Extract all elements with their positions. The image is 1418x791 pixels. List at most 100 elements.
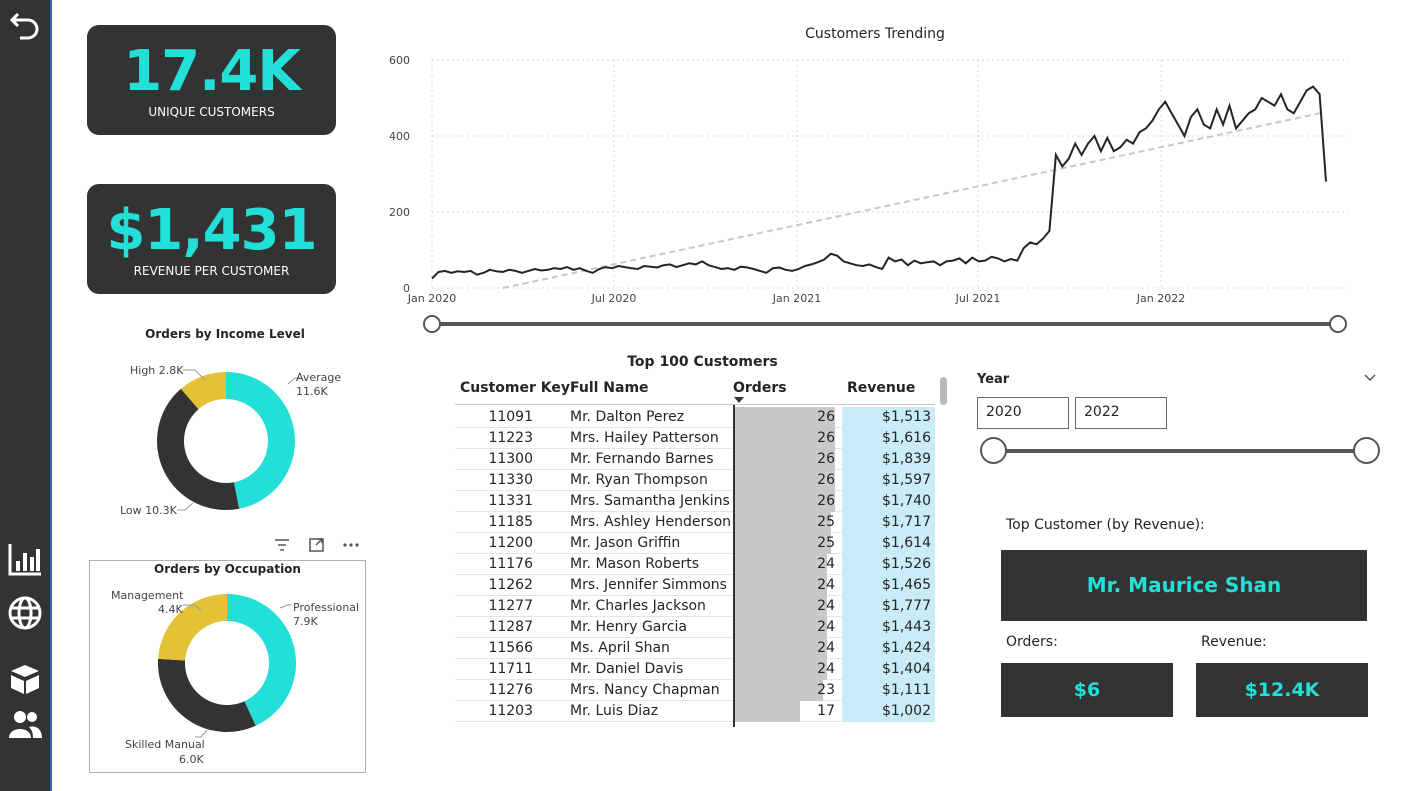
customer-key-cell: 11185 [488, 514, 533, 530]
income-slice-average[interactable] [226, 372, 296, 509]
customer-key-cell: 11091 [488, 409, 533, 425]
more-options-icon[interactable] [341, 536, 361, 554]
revenue-cell: $1,404 [882, 661, 931, 677]
filter-icon[interactable] [272, 536, 292, 554]
customer-key-cell: 11566 [488, 640, 533, 656]
orders-cell: 24 [817, 661, 835, 677]
orders-cell: 26 [817, 430, 835, 446]
table-title: Top 100 Customers [627, 354, 778, 370]
revenue-cell: $1,111 [882, 682, 931, 698]
table-row[interactable]: 11300 Mr. Fernando Barnes 26 $1,839 [455, 449, 935, 470]
nav-rail [0, 0, 52, 791]
date-range-start-handle[interactable] [423, 315, 441, 333]
top-customer-heading: Top Customer (by Revenue): [1006, 517, 1205, 533]
table-row[interactable]: 11711 Mr. Daniel Davis 24 $1,404 [455, 659, 935, 680]
customers-trending-chart: 6004002000 Jan 2020 Jul 2020 Jan 2021 Jul 2… [389, 54, 1348, 305]
customer-key-cell: 11711 [488, 661, 533, 677]
chevron-down-icon[interactable] [1363, 373, 1377, 383]
table-row[interactable]: 11330 Mr. Ryan Thompson 26 $1,597 [455, 470, 935, 491]
customer-key-cell: 11200 [488, 535, 533, 551]
table-row[interactable]: 11276 Mrs. Nancy Chapman 23 $1,111 [455, 680, 935, 701]
unique-customers-label: UNIQUE CUSTOMERS [148, 105, 275, 119]
y-tick-label: 200 [389, 206, 410, 219]
users-icon[interactable] [6, 705, 44, 743]
orders-cell: 25 [817, 514, 835, 530]
table-row[interactable]: 11185 Mrs. Ashley Henderson 25 $1,717 [455, 512, 935, 533]
occupation-slice-skilled-manual[interactable] [157, 658, 256, 732]
income-label-average-name: Average [296, 371, 341, 384]
header-revenue[interactable]: Revenue [847, 380, 915, 396]
year-from-input[interactable]: 2020 [977, 397, 1069, 429]
occupation-label-management-value: 4.4K [158, 603, 183, 616]
back-arrow-icon[interactable] [6, 6, 44, 44]
unique-customers-card: 17.4K UNIQUE CUSTOMERS [87, 25, 336, 135]
y-tick-label: 600 [389, 54, 410, 67]
year-slider-track[interactable] [994, 449, 1367, 453]
customer-key-cell: 11262 [488, 577, 533, 593]
revenue-per-customer-label: REVENUE PER CUSTOMER [133, 264, 290, 278]
box-icon[interactable] [6, 660, 44, 698]
orders-bar [733, 617, 827, 638]
table-row[interactable]: 11566 Ms. April Shan 24 $1,424 [455, 638, 935, 659]
occupation-label-skilled-value: 6.0K [179, 753, 204, 766]
expand-icon[interactable] [307, 536, 327, 554]
orders-cell: 17 [817, 703, 835, 719]
customer-key-cell: 11330 [488, 472, 533, 488]
globe-icon[interactable] [6, 594, 44, 632]
x-tick-label: Jan 2020 [407, 292, 456, 305]
customer-key-cell: 11287 [488, 619, 533, 635]
revenue-per-customer-value: $1,431 [106, 198, 317, 263]
full-name-cell: Mrs. Ashley Henderson [570, 514, 732, 530]
orders-bar [733, 701, 800, 722]
orders-bar [733, 680, 823, 701]
table-row[interactable]: 11262 Mrs. Jennifer Simmons 24 $1,465 [455, 575, 935, 596]
full-name-cell: Mr. Ryan Thompson [570, 472, 708, 488]
occupation-label-management-name: Management [111, 589, 184, 602]
full-name-cell: Mrs. Samantha Jenkins [570, 493, 730, 509]
orders-bar [733, 596, 827, 617]
table-row[interactable]: 11287 Mr. Henry Garcia 24 $1,443 [455, 617, 935, 638]
year-slicer-label: Year [977, 372, 1010, 387]
income-donut-title: Orders by Income Level [145, 327, 305, 341]
orders-cell: 26 [817, 472, 835, 488]
bar-chart-icon[interactable] [6, 540, 44, 578]
year-slider-end-handle[interactable] [1353, 437, 1380, 464]
table-row[interactable]: 11203 Mr. Luis Diaz 17 $1,002 [455, 701, 935, 722]
revenue-cell: $1,839 [882, 451, 931, 467]
full-name-cell: Mrs. Hailey Patterson [570, 430, 719, 446]
customer-key-cell: 11176 [488, 556, 533, 572]
y-tick-label: 400 [389, 130, 410, 143]
table-scrollbar[interactable] [940, 377, 947, 405]
orders-bar [733, 659, 827, 680]
year-slider-start-handle[interactable] [980, 437, 1007, 464]
header-orders[interactable]: Orders [733, 380, 787, 396]
table-row[interactable]: 11277 Mr. Charles Jackson 24 $1,777 [455, 596, 935, 617]
revenue-cell: $1,443 [882, 619, 931, 635]
occupation-label-professional-name: Professional [293, 601, 359, 614]
occupation-donut-title: Orders by Occupation [154, 562, 301, 576]
revenue-cell: $1,002 [882, 703, 931, 719]
header-customer-key[interactable]: Customer Key [460, 380, 570, 396]
table-row[interactable]: 11176 Mr. Mason Roberts 24 $1,526 [455, 554, 935, 575]
table-row[interactable]: 11223 Mrs. Hailey Patterson 26 $1,616 [455, 428, 935, 449]
year-to-input[interactable]: 2022 [1075, 397, 1167, 429]
occupation-label-skilled-name: Skilled Manual [125, 738, 205, 751]
top-customer-revenue-value: $12.4K [1196, 663, 1368, 717]
top-customer-orders-label: Orders: [1006, 634, 1058, 650]
date-range-end-handle[interactable] [1329, 315, 1347, 333]
revenue-cell: $1,424 [882, 640, 931, 656]
customer-key-cell: 11203 [488, 703, 533, 719]
full-name-cell: Mr. Daniel Davis [570, 661, 684, 677]
revenue-cell: $1,513 [882, 409, 931, 425]
x-tick-label: Jul 2020 [591, 292, 637, 305]
income-label-high: High 2.8K [130, 364, 184, 377]
orders-cell: 24 [817, 577, 835, 593]
full-name-cell: Mr. Dalton Perez [570, 409, 685, 425]
table-row[interactable]: 11331 Mrs. Samantha Jenkins 26 $1,740 [455, 491, 935, 512]
table-row[interactable]: 11091 Mr. Dalton Perez 26 $1,513 [455, 407, 935, 428]
full-name-cell: Mr. Luis Diaz [570, 703, 659, 719]
date-range-track[interactable] [432, 322, 1338, 326]
header-full-name[interactable]: Full Name [570, 380, 649, 396]
table-row[interactable]: 11200 Mr. Jason Griffin 25 $1,614 [455, 533, 935, 554]
orders-cell: 26 [817, 451, 835, 467]
